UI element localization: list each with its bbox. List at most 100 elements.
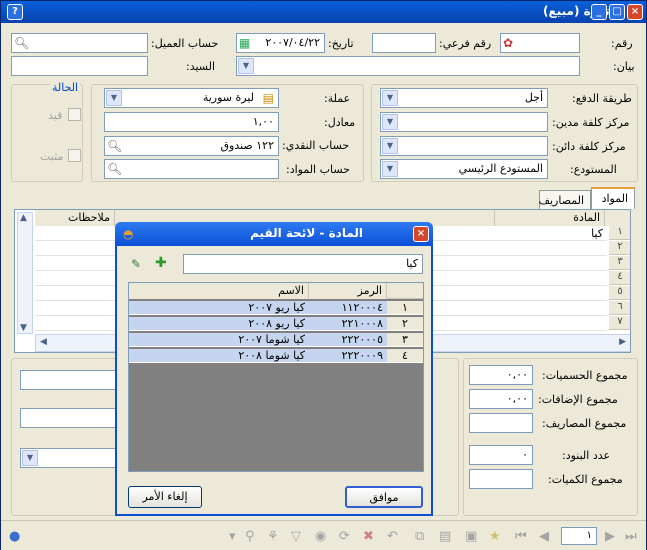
currency-combo[interactable]: ليرة سورية ▤ ▼: [104, 88, 279, 108]
previous-record-icon[interactable]: ◀: [539, 529, 549, 544]
materials-account-field[interactable]: 🔍︎: [104, 159, 279, 179]
dialog-search-value: كيا: [406, 257, 418, 270]
scroll-left-icon[interactable]: ◀: [40, 337, 47, 347]
first-record-icon[interactable]: ⏮: [515, 529, 527, 544]
left-combo[interactable]: ▼: [20, 448, 120, 468]
scroll-right-icon[interactable]: ▶: [619, 337, 626, 347]
help-button[interactable]: ?: [7, 4, 23, 20]
payment-panel: طريقة الدفع: أجل ▼ مركز كلفة مدين: ▼ مركز…: [371, 84, 638, 182]
tab-materials[interactable]: المواد: [591, 187, 635, 209]
debit-cost-center-combo[interactable]: ▼: [380, 112, 548, 132]
ok-button[interactable]: موافق: [345, 486, 423, 508]
cancel-button[interactable]: إلغاء الأمر: [128, 486, 202, 508]
list-item[interactable]: ٤ ٢٢٢٠٠٠٩ كيا شوما ٢٠٠٨: [129, 348, 423, 364]
dropdown-icon[interactable]: ▾: [229, 529, 236, 544]
chevron-down-icon[interactable]: ▼: [22, 450, 38, 466]
chevron-down-icon[interactable]: ▼: [382, 90, 398, 106]
filter-icon[interactable]: ▽: [291, 529, 301, 544]
refresh-icon[interactable]: ⟳: [339, 529, 350, 544]
fixed-checkbox[interactable]: [68, 149, 81, 162]
tree-icon[interactable]: ⚘: [267, 529, 279, 544]
row-header[interactable]: ٣: [609, 256, 630, 270]
name-cell: كيا ريو ٢٠٠٧: [129, 301, 309, 315]
scroll-down-icon[interactable]: ▼: [20, 323, 27, 333]
info-icon[interactable]: ●: [9, 529, 20, 544]
tab-expenses[interactable]: المصاريف: [539, 190, 591, 210]
statement-combo[interactable]: ▼: [236, 56, 580, 76]
row-header[interactable]: ٥: [609, 286, 630, 300]
bottom-toolbar: ● ▾ ⚲ ⚘ ▽ ◉ ⟳ ✖ ↶ ⧉ ▤ ▣ ★ ⏮ ◀ ١ ▶ ⏭: [1, 520, 646, 550]
cash-account-field[interactable]: ١٢٢ صندوق 🔍︎: [104, 136, 279, 156]
search-icon[interactable]: 🔍︎: [107, 162, 122, 176]
row-header[interactable]: ٢: [609, 241, 630, 255]
date-field[interactable]: ٢٠٠٧/٠٤/٢٢ ▦: [236, 33, 325, 53]
number-field[interactable]: ✿: [500, 33, 580, 53]
chevron-down-icon[interactable]: ▼: [106, 90, 122, 106]
value-list-grid[interactable]: الرمز الاسم ١ ١١٢٠٠٠٤ كيا ريو ٢٠٠٧ ٢ ٢٢١٠٠٠٨…: [128, 282, 424, 472]
code-cell: ١١٢٠٠٠٤: [309, 301, 387, 315]
credit-cost-center-combo[interactable]: ▼: [380, 136, 548, 156]
column-material[interactable]: المادة: [495, 210, 605, 226]
column-notes[interactable]: ملاحظات: [35, 210, 115, 226]
exchange-rate-field[interactable]: ١,٠٠: [104, 112, 279, 132]
paste-icon[interactable]: ▤: [439, 529, 451, 544]
search-icon[interactable]: 🔍︎: [14, 36, 29, 50]
material-cell[interactable]: كيا: [591, 227, 603, 240]
name-cell: كيا شوما ٢٠٠٨: [129, 349, 309, 363]
row-header[interactable]: ١: [609, 226, 630, 240]
page-value: ١: [586, 530, 592, 541]
copy-icon[interactable]: ⧉: [415, 529, 424, 544]
delete-icon[interactable]: ✖: [363, 529, 374, 544]
close-button[interactable]: ×: [627, 4, 643, 20]
additions-field: ٠,٠٠: [469, 389, 533, 409]
vertical-scrollbar[interactable]: ▲ ▼: [17, 212, 33, 334]
mister-field[interactable]: [11, 56, 148, 76]
column-name[interactable]: الاسم: [129, 283, 309, 299]
column-code[interactable]: الرمز: [309, 283, 387, 299]
page-field[interactable]: ١: [561, 527, 597, 545]
add-icon[interactable]: ✚: [155, 256, 167, 270]
maximize-button[interactable]: □: [609, 4, 625, 20]
list-item[interactable]: ١ ١١٢٠٠٠٤ كيا ريو ٢٠٠٧: [129, 300, 423, 316]
exchange-rate-value: ١,٠٠: [252, 115, 274, 128]
row-header[interactable]: ٧: [609, 316, 630, 330]
items-count-field: ٠: [469, 445, 533, 465]
row-number: ٢: [387, 317, 423, 331]
row-header[interactable]: ٦: [609, 301, 630, 315]
left-field-2[interactable]: [20, 408, 120, 428]
lookup-icon: ✿: [503, 36, 514, 50]
discounts-field: ٠,٠٠: [469, 365, 533, 385]
chevron-down-icon[interactable]: ▼: [238, 58, 254, 74]
list-item[interactable]: ٢ ٢٢١٠٠٠٨ كيا ريو ٢٠٠٨: [129, 316, 423, 332]
chevron-down-icon[interactable]: ▼: [382, 161, 398, 177]
posted-checkbox[interactable]: [68, 108, 81, 121]
calendar-icon[interactable]: ▦: [239, 36, 250, 50]
payment-method-combo[interactable]: أجل ▼: [380, 88, 548, 108]
edit-icon[interactable]: ✎: [131, 257, 141, 271]
next-record-icon[interactable]: ▶: [605, 529, 615, 544]
branch-number-field[interactable]: [372, 33, 436, 53]
scroll-up-icon[interactable]: ▲: [20, 213, 27, 223]
minimize-button[interactable]: _: [591, 4, 607, 20]
left-field-1[interactable]: [20, 370, 120, 390]
chevron-down-icon[interactable]: ▼: [382, 138, 398, 154]
dialog-close-button[interactable]: ×: [413, 226, 429, 242]
undo-icon[interactable]: ↶: [387, 529, 398, 544]
search-icon[interactable]: 🔍︎: [107, 139, 122, 153]
status-label: الحالة: [50, 81, 81, 94]
column-material-label: المادة: [573, 211, 600, 224]
star-icon[interactable]: ★: [489, 529, 501, 544]
last-record-icon[interactable]: ⏭: [625, 529, 637, 544]
chevron-down-icon[interactable]: ▼: [382, 114, 398, 130]
customer-account-field[interactable]: 🔍︎: [11, 33, 148, 53]
additions-value: ٠,٠٠: [506, 392, 528, 405]
quantities-field: [469, 469, 533, 489]
view-icon[interactable]: ◉: [315, 529, 326, 544]
row-header[interactable]: ٤: [609, 271, 630, 285]
statement-label: بيان:: [613, 60, 635, 73]
dialog-search-field[interactable]: كيا: [183, 254, 423, 274]
save-icon[interactable]: ▣: [465, 529, 477, 544]
warehouse-combo[interactable]: المستودع الرئيسي ▼: [380, 159, 548, 179]
list-item[interactable]: ٣ ٢٢٢٠٠٠٥ كيا شوما ٢٠٠٧: [129, 332, 423, 348]
attach-icon[interactable]: ⚲: [245, 529, 255, 544]
